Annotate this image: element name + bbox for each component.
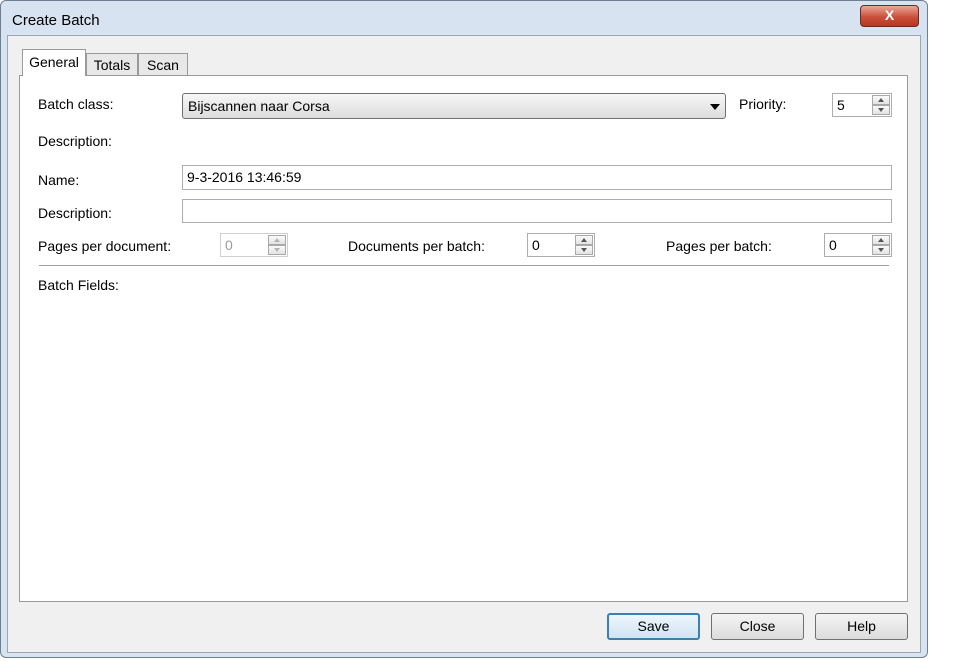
- save-button-label: Save: [637, 618, 670, 634]
- description-label: Description:: [38, 205, 112, 221]
- priority-stepper[interactable]: 5: [832, 93, 892, 117]
- tab-general-label: General: [29, 54, 79, 70]
- documents-per-batch-label: Documents per batch:: [348, 238, 485, 254]
- pages-per-document-stepper[interactable]: 0: [220, 233, 288, 257]
- batch-fields-label: Batch Fields:: [38, 277, 119, 293]
- save-button[interactable]: Save: [607, 613, 700, 640]
- help-button[interactable]: Help: [815, 613, 908, 640]
- documents-per-batch-stepper[interactable]: 0: [527, 233, 595, 257]
- name-value: 9-3-2016 13:46:59: [187, 169, 302, 185]
- pages-per-document-up-arrow-icon[interactable]: [268, 235, 286, 245]
- tab-scan-label: Scan: [147, 57, 179, 73]
- tab-general[interactable]: General: [22, 49, 86, 76]
- close-button-label: Close: [739, 618, 776, 634]
- pages-per-batch-up-arrow-icon[interactable]: [872, 235, 890, 245]
- documents-per-batch-value: 0: [532, 237, 540, 253]
- pages-per-document-down-arrow-icon[interactable]: [268, 245, 286, 255]
- batch-class-label: Batch class:: [38, 96, 114, 112]
- priority-up-arrow-icon[interactable]: [872, 95, 890, 105]
- pages-per-batch-down-arrow-icon[interactable]: [872, 245, 890, 255]
- priority-label: Priority:: [739, 96, 787, 112]
- pages-per-batch-label: Pages per batch:: [666, 238, 772, 254]
- tab-totals[interactable]: Totals: [86, 53, 138, 76]
- tab-totals-label: Totals: [93, 57, 131, 73]
- close-icon: X: [884, 7, 895, 23]
- priority-down-arrow-icon[interactable]: [872, 105, 890, 115]
- close-button[interactable]: Close: [711, 613, 804, 640]
- pages-per-document-value: 0: [225, 237, 233, 253]
- description-field[interactable]: [182, 199, 892, 223]
- batch-class-dropdown[interactable]: Bijscannen naar Corsa: [182, 93, 726, 119]
- separator: [39, 265, 889, 266]
- batch-class-description-label: Description:: [38, 133, 112, 149]
- batch-class-value: Bijscannen naar Corsa: [188, 98, 330, 114]
- general-tab-panel: [19, 75, 908, 602]
- priority-value: 5: [837, 97, 845, 113]
- tab-scan[interactable]: Scan: [138, 53, 188, 76]
- documents-per-batch-up-arrow-icon[interactable]: [575, 235, 593, 245]
- window-title: Create Batch: [12, 12, 100, 29]
- pages-per-batch-value: 0: [829, 237, 837, 253]
- name-field[interactable]: 9-3-2016 13:46:59: [182, 165, 892, 190]
- pages-per-batch-stepper[interactable]: 0: [824, 233, 892, 257]
- documents-per-batch-down-arrow-icon[interactable]: [575, 245, 593, 255]
- name-label: Name:: [38, 172, 80, 188]
- pages-per-document-label: Pages per document:: [38, 238, 172, 254]
- window-close-button[interactable]: X: [860, 5, 919, 27]
- chevron-down-icon: [710, 104, 720, 110]
- help-button-label: Help: [847, 618, 876, 634]
